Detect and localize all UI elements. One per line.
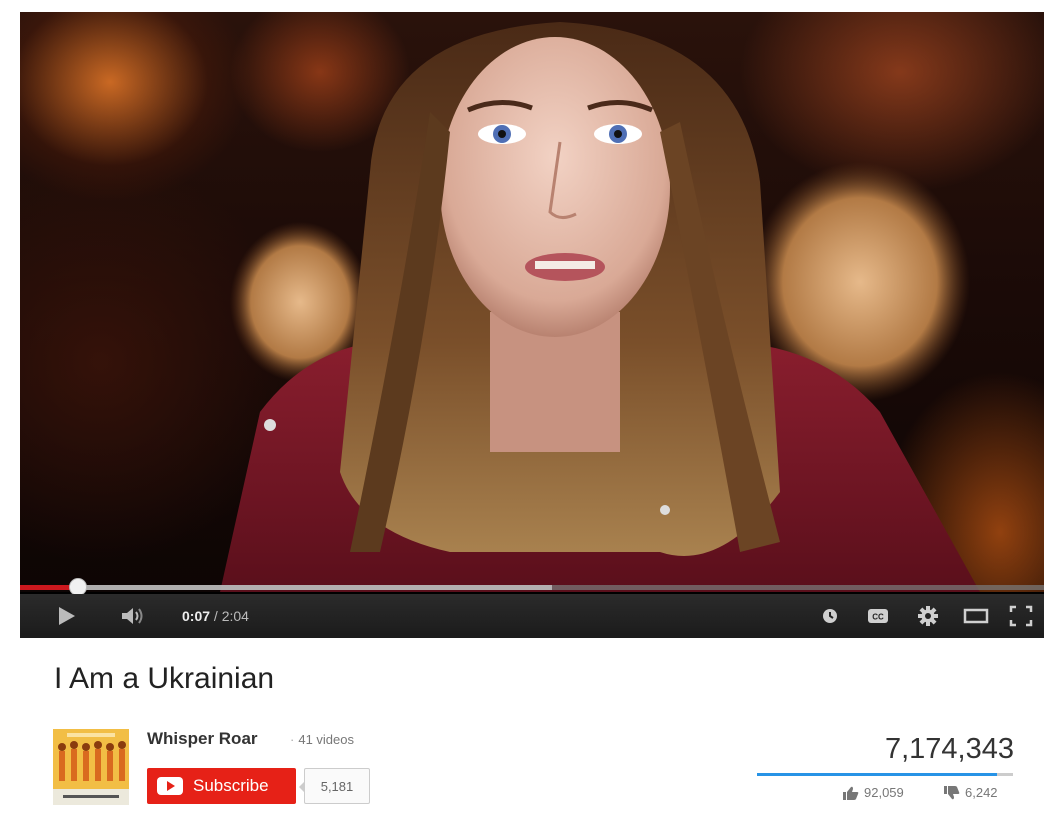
duration: 2:04 (221, 608, 249, 624)
svg-text:CC: CC (872, 613, 884, 622)
theater-mode-button[interactable] (958, 594, 994, 638)
player-controls: 0:07 / 2:04 CC (20, 594, 1044, 638)
captions-button[interactable]: CC (860, 594, 896, 638)
time-separator: / (210, 608, 222, 624)
youtube-play-icon (157, 777, 183, 795)
clock-icon (823, 609, 837, 623)
progress-buffered (20, 585, 553, 590)
cc-icon: CC (868, 609, 888, 623)
theater-mode-icon (963, 608, 989, 624)
channel-avatar[interactable] (53, 729, 129, 805)
watch-later-button[interactable] (816, 594, 844, 638)
channel-logo-image (53, 729, 129, 805)
view-count: 7,174,343 (884, 733, 1014, 765)
progress-bar[interactable] (20, 578, 1044, 596)
channel-name[interactable]: Whisper Roar (147, 729, 258, 749)
sentiment-bar-likes (757, 773, 997, 776)
subscribe-label: Subscribe (193, 776, 269, 795)
volume-icon (122, 608, 143, 624)
subscribe-button[interactable]: Subscribe (147, 768, 296, 804)
video-player[interactable]: 0:07 / 2:04 CC (20, 12, 1044, 638)
video-still-image (220, 22, 980, 592)
settings-button[interactable] (910, 594, 946, 638)
volume-button[interactable] (116, 594, 150, 638)
thumbs-up-icon (843, 786, 859, 800)
current-time: 0:07 (182, 608, 211, 624)
fullscreen-button[interactable] (1002, 594, 1040, 638)
separator-dot: · (290, 732, 295, 747)
like-count: 92,059 (864, 785, 904, 800)
dislike-button[interactable]: 6,242 (944, 785, 998, 800)
time-display: 0:07 / 2:04 (182, 594, 249, 638)
play-icon (59, 607, 75, 625)
watch-page: 0:07 / 2:04 CC I Am a Ukrainian Whisper … (0, 0, 1044, 827)
gear-icon (918, 606, 938, 626)
like-button[interactable]: 92,059 (843, 785, 904, 800)
sentiment-bar (757, 773, 1013, 776)
play-button[interactable] (48, 594, 84, 638)
video-count-label: 41 videos (298, 732, 354, 747)
thumbs-down-icon (944, 785, 960, 799)
fullscreen-icon (1009, 605, 1033, 627)
video-title: I Am a Ukrainian (54, 662, 275, 695)
video-frame[interactable] (20, 12, 1044, 592)
subscriber-count: 5,181 (299, 768, 370, 804)
dislike-count: 6,242 (965, 785, 998, 800)
channel-video-count[interactable]: · 41 videos (290, 732, 354, 747)
